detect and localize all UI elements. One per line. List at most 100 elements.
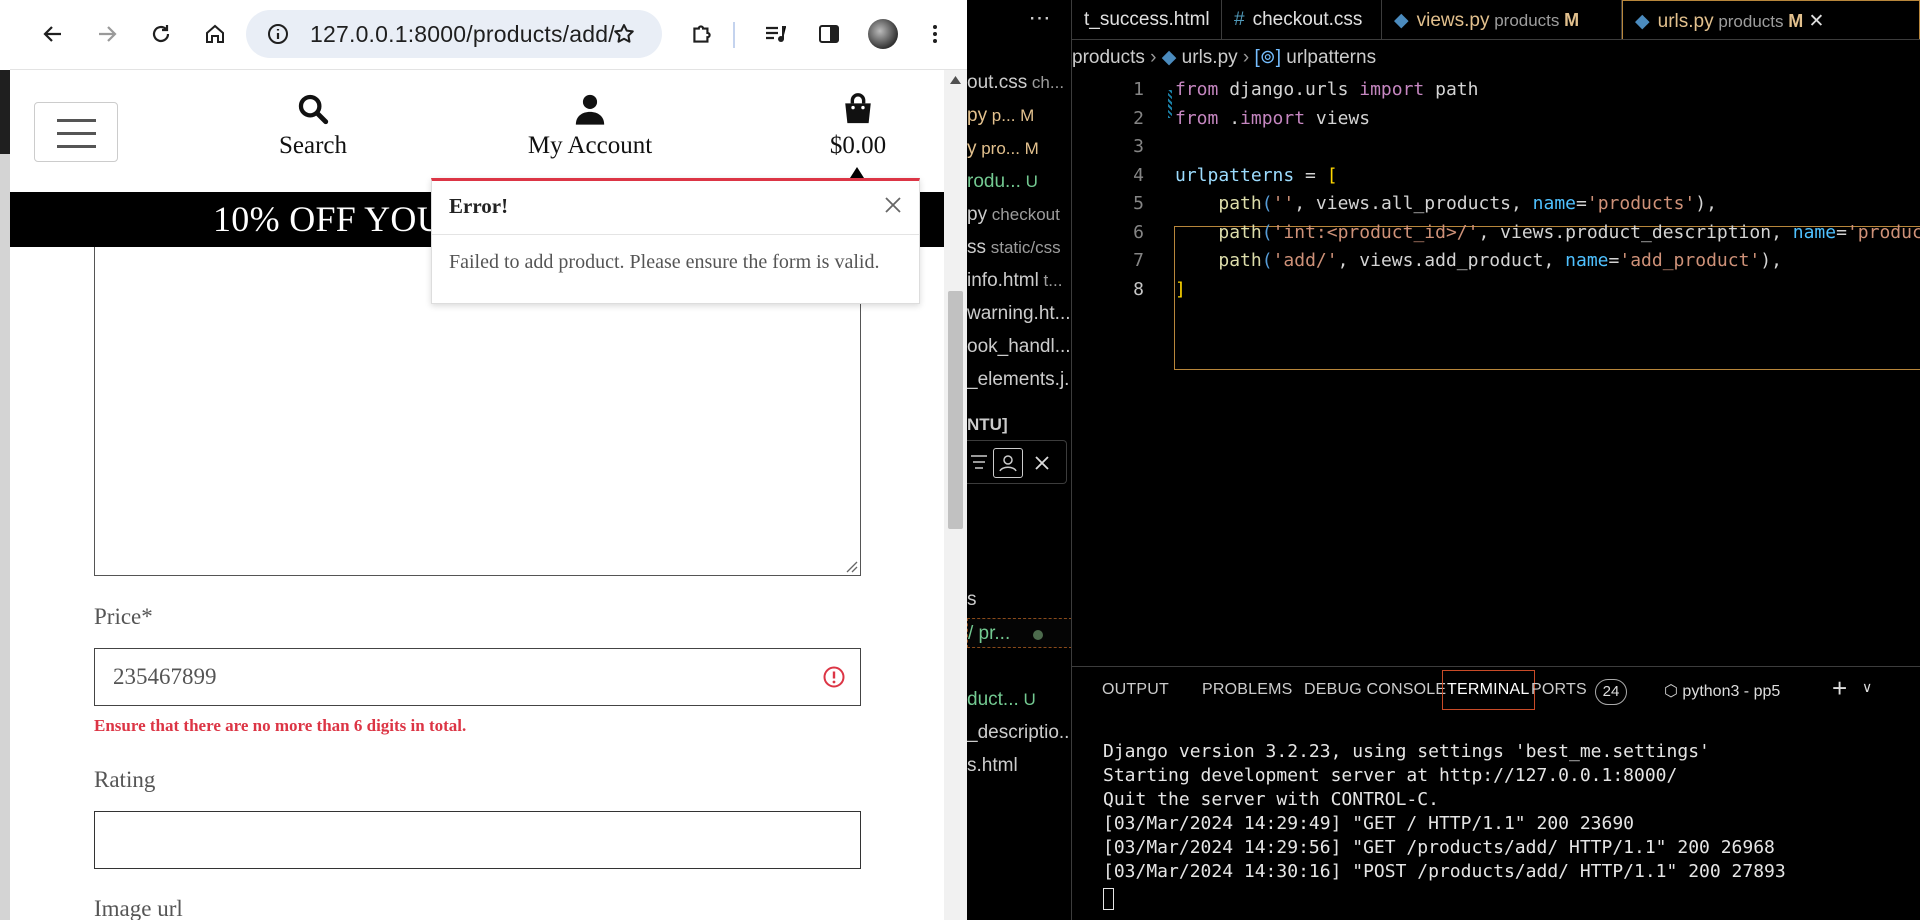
nav-search-label: Search [278, 132, 348, 159]
explorer-item-status: p... M [987, 106, 1035, 125]
scrollbar-thumb[interactable] [948, 291, 963, 529]
modified-gutter-marker [1168, 90, 1172, 118]
css-file-icon: # [1234, 9, 1245, 30]
image-preview-icon[interactable] [993, 448, 1023, 478]
home-button[interactable] [196, 15, 234, 53]
breadcrumb-symbol[interactable]: urlpatterns [1286, 47, 1376, 68]
resize-handle-icon[interactable] [844, 559, 858, 573]
price-value: 235467899 [113, 664, 217, 689]
toolbar-divider [733, 22, 735, 48]
terminal-profile[interactable]: ⬡ python3 - pp5 [1664, 681, 1780, 701]
editor-tab[interactable]: t_success.html [1072, 0, 1222, 39]
explorer-item[interactable]: _descriptio... [967, 718, 1072, 748]
explorer-item[interactable]: s [967, 585, 1071, 615]
code-line-4: urlpatterns = [ [1175, 164, 1338, 186]
forward-button[interactable] [88, 15, 126, 53]
editor-tab[interactable]: ◆ urls.py products M ✕ [1622, 0, 1920, 39]
media-control-button[interactable] [756, 15, 794, 53]
explorer-item-label: ook_handl... [967, 336, 1071, 357]
site-info-icon[interactable] [266, 22, 290, 46]
code-line-8: ] [1175, 278, 1186, 300]
panel-tab-problems[interactable]: PROBLEMS [1202, 681, 1293, 699]
explorer-item-label: _descriptio... [967, 722, 1072, 743]
tab-folder: products [1713, 12, 1789, 31]
editor-tab[interactable]: ◆ views.py products M [1382, 0, 1622, 39]
tab-folder: products [1489, 11, 1565, 30]
line-number: 5 [1133, 193, 1144, 214]
python-file-icon: ◆ [1394, 10, 1409, 31]
explorer-item[interactable]: py checkout [967, 200, 1071, 230]
panel-tab-debug-console[interactable]: DEBUG CONSOLE [1304, 681, 1446, 699]
panel-tab-ports[interactable]: PORTS [1531, 681, 1587, 699]
arrow-left-icon [43, 26, 61, 42]
code-editor[interactable]: 1 2 3 4 5 6 7 8 from django.urls import path fr… [1072, 76, 1920, 666]
close-icon[interactable] [883, 195, 903, 215]
chevron-down-icon[interactable]: ∨ [1862, 679, 1872, 696]
explorer-item[interactable]: out.css ch... [967, 68, 1071, 98]
extensions-button[interactable] [683, 15, 721, 53]
terminal-line: [03/Mar/2024 14:29:49] "GET / HTTP/1.1" … [1103, 813, 1635, 834]
line-number: 2 [1133, 107, 1144, 129]
variable-icon: [⊚] [1254, 47, 1282, 68]
explorer-item[interactable]: ss static/css [967, 233, 1071, 263]
explorer-item[interactable]: / pr... [967, 618, 1071, 648]
panel-tabs: OUTPUT PROBLEMS DEBUG CONSOLE TERMINAL PORTS… [1072, 666, 1920, 720]
code-line-2: from .import views [1175, 107, 1371, 129]
bookmark-star-icon[interactable] [612, 22, 636, 46]
close-tab-icon[interactable]: ✕ [1803, 11, 1825, 32]
explorer-item[interactable]: warning.ht... [967, 299, 1071, 329]
editor-tab[interactable]: # checkout.css [1222, 0, 1382, 39]
breadcrumb-file[interactable]: urls.py [1182, 47, 1238, 68]
terminal-cursor [1103, 888, 1114, 910]
close-icon[interactable] [1033, 454, 1051, 472]
toast-title: Error! [432, 181, 919, 235]
terminal-output[interactable]: Django version 3.2.23, using settings 'b… [1103, 740, 1786, 884]
explorer-item[interactable]: _elements.j... [967, 365, 1072, 395]
address-bar[interactable]: 127.0.0.1:8000/products/add/ [246, 10, 662, 58]
explorer-item-label: y [967, 138, 977, 159]
line-number: 6 [1133, 221, 1144, 243]
code-line-5: path('', views.all_products, name='produ… [1218, 193, 1717, 214]
price-input[interactable]: 235467899 [94, 648, 861, 706]
reload-button[interactable] [142, 15, 180, 53]
side-panel-button[interactable] [810, 15, 848, 53]
explorer-item-label: py [967, 105, 988, 126]
explorer-item-label: warning.ht... [967, 303, 1071, 324]
explorer-item[interactable]: rodu... U [967, 167, 1071, 197]
rating-input[interactable] [94, 811, 861, 869]
filter-icon[interactable] [971, 453, 989, 471]
explorer-item-label: ss [967, 237, 986, 258]
explorer-item[interactable]: duct... U [967, 685, 1071, 715]
explorer-item[interactable]: y pro... M [967, 134, 1071, 164]
nav-toggle-button[interactable] [34, 102, 118, 162]
breadcrumb-folder[interactable]: products [1072, 47, 1145, 68]
new-terminal-icon[interactable]: + [1832, 675, 1847, 701]
explorer-item[interactable]: ook_handl... [967, 332, 1071, 362]
panel-tab-output[interactable]: OUTPUT [1102, 681, 1169, 699]
side-panel-icon [819, 25, 839, 43]
breadcrumb: products › ◆ urls.py › [⊚] urlpatterns [1072, 47, 1377, 68]
browser-menu-button[interactable] [916, 15, 954, 53]
modified-badge: M [1564, 10, 1580, 30]
explorer-item-label: _elements.j... [967, 369, 1072, 390]
error-toast: Error! Failed to add product. Please ens… [431, 178, 920, 304]
scroll-up-icon[interactable] [950, 76, 961, 84]
back-button[interactable] [34, 15, 72, 53]
editor-tabs: t_success.html # checkout.css ◆ views.py pro… [1072, 0, 1920, 40]
explorer-item[interactable]: py p... M [967, 101, 1071, 131]
line-number: 1 [1133, 79, 1144, 100]
explorer-item-label: s [967, 589, 977, 610]
panel-tab-terminal[interactable]: TERMINAL [1442, 670, 1535, 710]
explorer-item[interactable]: s.html [967, 751, 1071, 781]
nav-search[interactable]: Search [258, 92, 368, 160]
line-number: 7 [1133, 250, 1144, 271]
explorer-item[interactable]: info.html t... [967, 266, 1071, 296]
explorer-item-label: out.css [967, 72, 1028, 93]
python-file-icon: ◆ [1161, 47, 1177, 68]
more-actions-icon[interactable]: ⋯ [967, 0, 1071, 40]
profile-button[interactable] [864, 15, 902, 53]
search-toolbar [967, 440, 1067, 484]
nav-my-account[interactable]: My Account [510, 92, 670, 160]
nav-shopping-bag[interactable]: $0.00 [818, 92, 898, 160]
page-scrollbar[interactable] [944, 70, 967, 920]
